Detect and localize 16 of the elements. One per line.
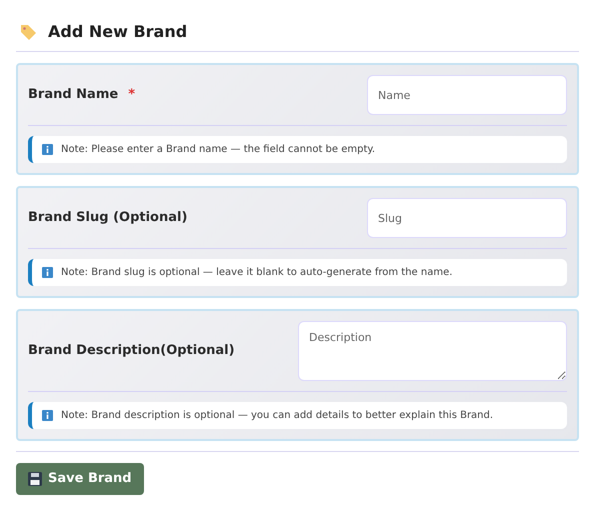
info-icon: [42, 267, 53, 278]
description-field[interactable]: Description: [298, 321, 567, 382]
note-text: Note: Brand description is optional — you can add details to better explain this Brand.: [61, 409, 494, 424]
field-label: Brand Name: [28, 87, 118, 102]
input-field[interactable]: Slug: [367, 198, 567, 238]
required-mark: *: [128, 87, 136, 102]
field-label: Brand Description(Optional): [28, 343, 235, 358]
info-icon: [42, 144, 53, 156]
save-button[interactable]: Save Brand: [16, 463, 144, 495]
input-field[interactable]: Name: [367, 75, 567, 116]
note-text: Note: Please enter a Brand name — the field cannot be empty.: [61, 143, 376, 158]
page-title: Add New Brand: [48, 22, 188, 42]
tag-icon: [18, 22, 38, 41]
note-text: Note: Brand slug is optional — leave it blank to auto-generate from the name.: [61, 266, 452, 280]
info-icon: [42, 410, 53, 422]
field-label: Brand Slug (Optional): [28, 210, 188, 226]
